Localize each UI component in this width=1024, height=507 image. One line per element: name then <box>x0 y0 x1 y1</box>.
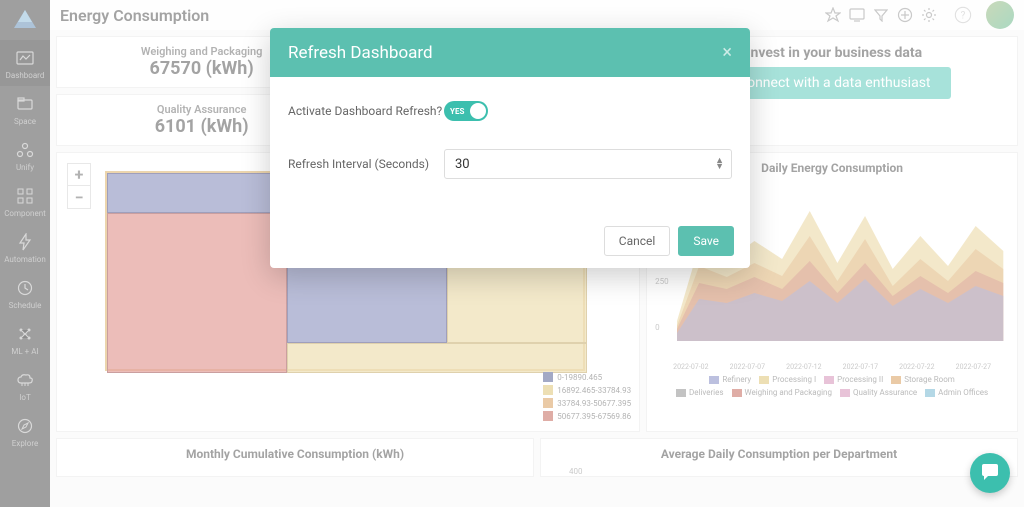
save-button[interactable]: Save <box>678 226 734 256</box>
chat-fab[interactable] <box>970 453 1010 493</box>
activate-label: Activate Dashboard Refresh? <box>288 104 444 118</box>
toggle-knob <box>470 103 486 119</box>
interval-input[interactable] <box>444 149 732 179</box>
close-icon[interactable]: × <box>722 42 732 63</box>
cancel-button[interactable]: Cancel <box>604 226 671 256</box>
interval-label: Refresh Interval (Seconds) <box>288 157 444 171</box>
activate-toggle[interactable]: YES <box>444 101 488 121</box>
refresh-modal: Refresh Dashboard × Activate Dashboard R… <box>270 28 750 268</box>
number-stepper[interactable]: ▲▼ <box>715 158 724 170</box>
modal-title: Refresh Dashboard <box>288 43 433 63</box>
modal-header: Refresh Dashboard × <box>270 28 750 77</box>
